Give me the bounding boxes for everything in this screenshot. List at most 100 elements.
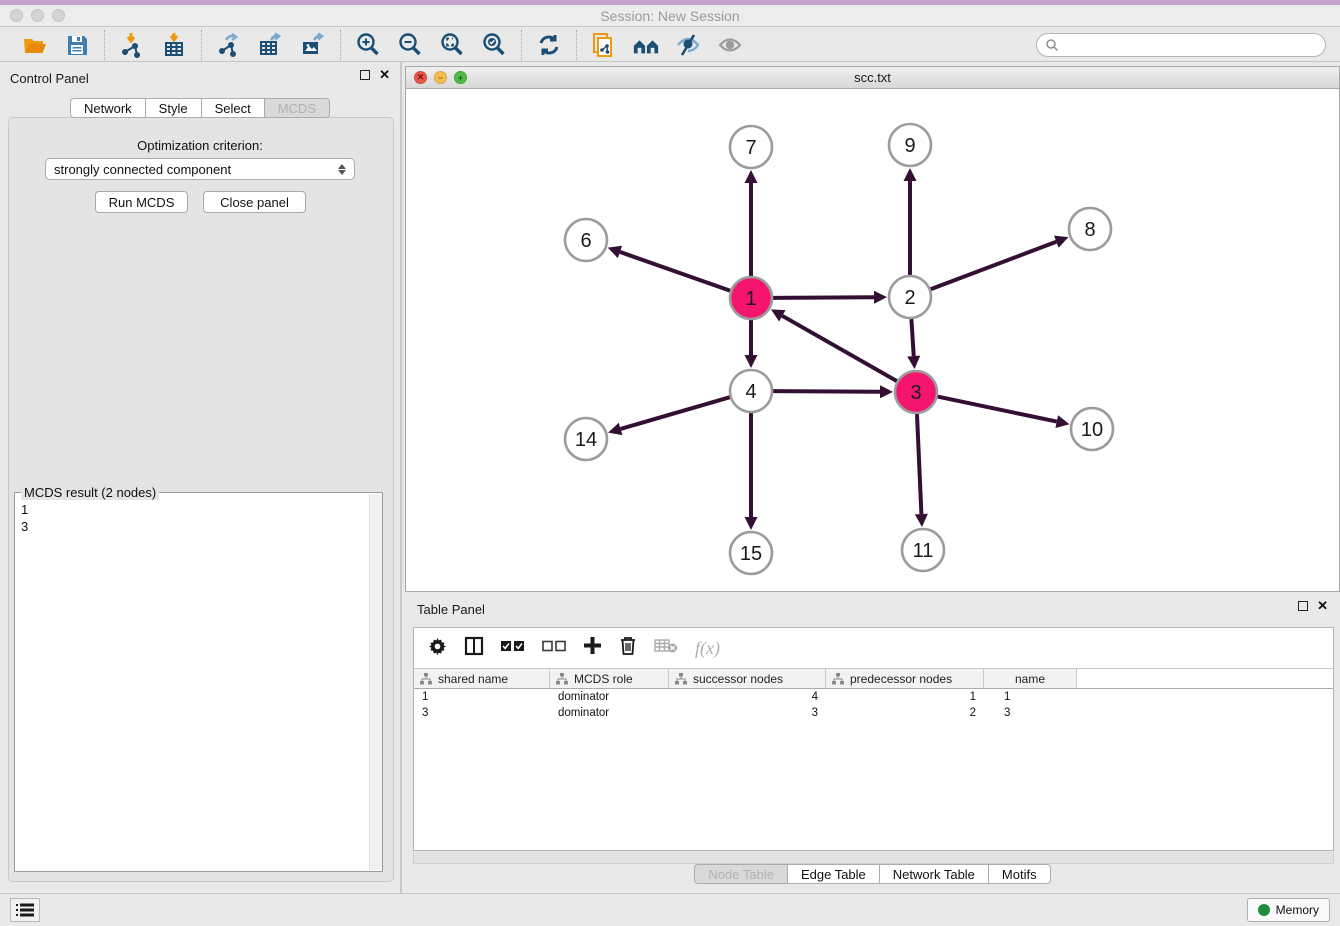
task-history-button[interactable] [10, 898, 40, 922]
column-header-MCDS-role[interactable]: MCDS role [550, 669, 669, 688]
edge-2-8[interactable] [931, 242, 1057, 290]
table-cell[interactable]: 2 [826, 705, 984, 721]
table-cell[interactable]: 3 [414, 705, 550, 721]
network-search-field[interactable] [1036, 33, 1326, 57]
result-scrollbar[interactable] [369, 494, 382, 870]
column-header-name[interactable]: name [984, 669, 1077, 688]
tab-mcds[interactable]: MCDS [264, 98, 330, 118]
table-cell[interactable]: dominator [550, 705, 669, 721]
node-label-11: 11 [913, 540, 934, 562]
select-all-columns-icon[interactable] [501, 639, 525, 657]
node-label-10: 10 [1081, 419, 1103, 441]
table-panel-header: Table Panel ✕ [405, 595, 1340, 623]
save-session-icon[interactable] [63, 31, 91, 59]
mcds-result-list[interactable]: 1 3 [15, 497, 368, 871]
control-panel-header: Control Panel ✕ [0, 62, 400, 92]
table-toolbar: f(x) [414, 628, 1333, 668]
table-row[interactable]: 3dominator323 [414, 705, 1333, 721]
refresh-network-icon[interactable] [535, 31, 563, 59]
zoom-out-icon[interactable] [396, 31, 424, 59]
node-label-2: 2 [904, 287, 915, 309]
network-canvas[interactable]: 7968124314101511 [406, 89, 1339, 591]
mcds-result-box: MCDS result (2 nodes) 1 3 [14, 492, 383, 872]
split-view-icon[interactable] [464, 636, 484, 661]
main-toolbar [0, 28, 1340, 62]
float-panel-icon[interactable] [360, 70, 370, 80]
column-type-icon [675, 673, 687, 685]
run-mcds-button[interactable]: Run MCDS [95, 191, 188, 213]
edge-4-14[interactable] [621, 397, 730, 429]
close-table-panel-icon[interactable]: ✕ [1317, 601, 1328, 611]
table-tabs: Node Table Edge Table Network Table Moti… [405, 864, 1340, 884]
apply-function-icon[interactable]: f(x) [695, 638, 720, 659]
table-cell[interactable]: 4 [669, 689, 826, 705]
show-all-icon[interactable] [716, 31, 744, 59]
close-panel-button[interactable]: Close panel [203, 191, 306, 213]
edge-3-1[interactable] [782, 316, 897, 381]
criterion-dropdown[interactable]: strongly connected component [45, 158, 355, 180]
tab-node-table[interactable]: Node Table [694, 864, 787, 884]
edge-3-11[interactable] [917, 414, 921, 514]
search-input[interactable] [1059, 38, 1317, 52]
network-view-title: scc.txt [406, 70, 1339, 85]
export-image-icon[interactable] [299, 31, 327, 59]
table-cell[interactable]: 3 [984, 705, 1077, 721]
delete-column-icon[interactable] [619, 636, 637, 661]
tab-style[interactable]: Style [145, 98, 201, 118]
search-icon [1045, 38, 1059, 52]
network-view-window: ✕ − + scc.txt 7968124314101511 [405, 66, 1340, 592]
zoom-fit-icon[interactable] [438, 31, 466, 59]
column-label: successor nodes [693, 672, 783, 686]
network-graph[interactable]: 7968124314101511 [406, 89, 1339, 591]
export-network-icon[interactable] [215, 31, 243, 59]
node-label-6: 6 [580, 230, 591, 252]
open-file-icon[interactable] [21, 31, 49, 59]
tab-network-table[interactable]: Network Table [879, 864, 988, 884]
memory-button[interactable]: Memory [1247, 898, 1330, 922]
node-label-1: 1 [745, 288, 756, 310]
edge-arrowhead [745, 355, 758, 368]
export-table-icon[interactable] [257, 31, 285, 59]
import-network-icon[interactable] [118, 31, 146, 59]
new-network-from-selection-icon[interactable] [590, 31, 618, 59]
zoom-in-icon[interactable] [354, 31, 382, 59]
table-cell[interactable]: 1 [414, 689, 550, 705]
network-window-titlebar[interactable]: ✕ − + scc.txt [406, 67, 1339, 89]
import-table-icon[interactable] [160, 31, 188, 59]
node-label-9: 9 [904, 135, 915, 157]
column-header-shared-name[interactable]: shared name [414, 669, 550, 688]
edge-4-3[interactable] [773, 391, 880, 392]
tab-select[interactable]: Select [201, 98, 264, 118]
table-cell[interactable]: 1 [984, 689, 1077, 705]
column-type-icon [420, 673, 432, 685]
column-header-successor-nodes[interactable]: successor nodes [669, 669, 826, 688]
edge-1-6[interactable] [620, 252, 730, 291]
tab-edge-table[interactable]: Edge Table [787, 864, 879, 884]
edge-2-3[interactable] [911, 319, 913, 356]
add-column-icon[interactable] [583, 636, 602, 660]
edge-arrowhead [745, 517, 758, 530]
tab-motifs[interactable]: Motifs [988, 864, 1051, 884]
table-settings-icon[interactable] [428, 636, 447, 660]
float-table-panel-icon[interactable] [1298, 601, 1308, 611]
table-cell[interactable]: 1 [826, 689, 984, 705]
optimization-criterion-label: Optimization criterion: [0, 138, 400, 153]
edge-1-2[interactable] [773, 297, 874, 298]
node-table[interactable]: shared nameMCDS role successor nodes prede… [414, 668, 1333, 721]
zoom-selected-icon[interactable] [480, 31, 508, 59]
table-row[interactable]: 1dominator411 [414, 689, 1333, 705]
table-cell[interactable]: 3 [669, 705, 826, 721]
tab-network[interactable]: Network [70, 98, 145, 118]
column-header-predecessor-nodes[interactable]: predecessor nodes [826, 669, 984, 688]
hide-selected-icon[interactable] [674, 31, 702, 59]
deselect-all-columns-icon[interactable] [542, 639, 566, 657]
status-bar: Memory [0, 893, 1340, 926]
delete-table-icon[interactable] [654, 638, 678, 659]
edge-3-10[interactable] [938, 397, 1057, 422]
dropdown-stepper-icon [338, 164, 346, 175]
table-cell[interactable]: dominator [550, 689, 669, 705]
first-neighbors-icon[interactable] [632, 31, 660, 59]
close-panel-icon[interactable]: ✕ [379, 70, 390, 80]
window-titlebar[interactable]: Session: New Session [0, 5, 1340, 27]
edge-arrowhead [1055, 415, 1069, 428]
